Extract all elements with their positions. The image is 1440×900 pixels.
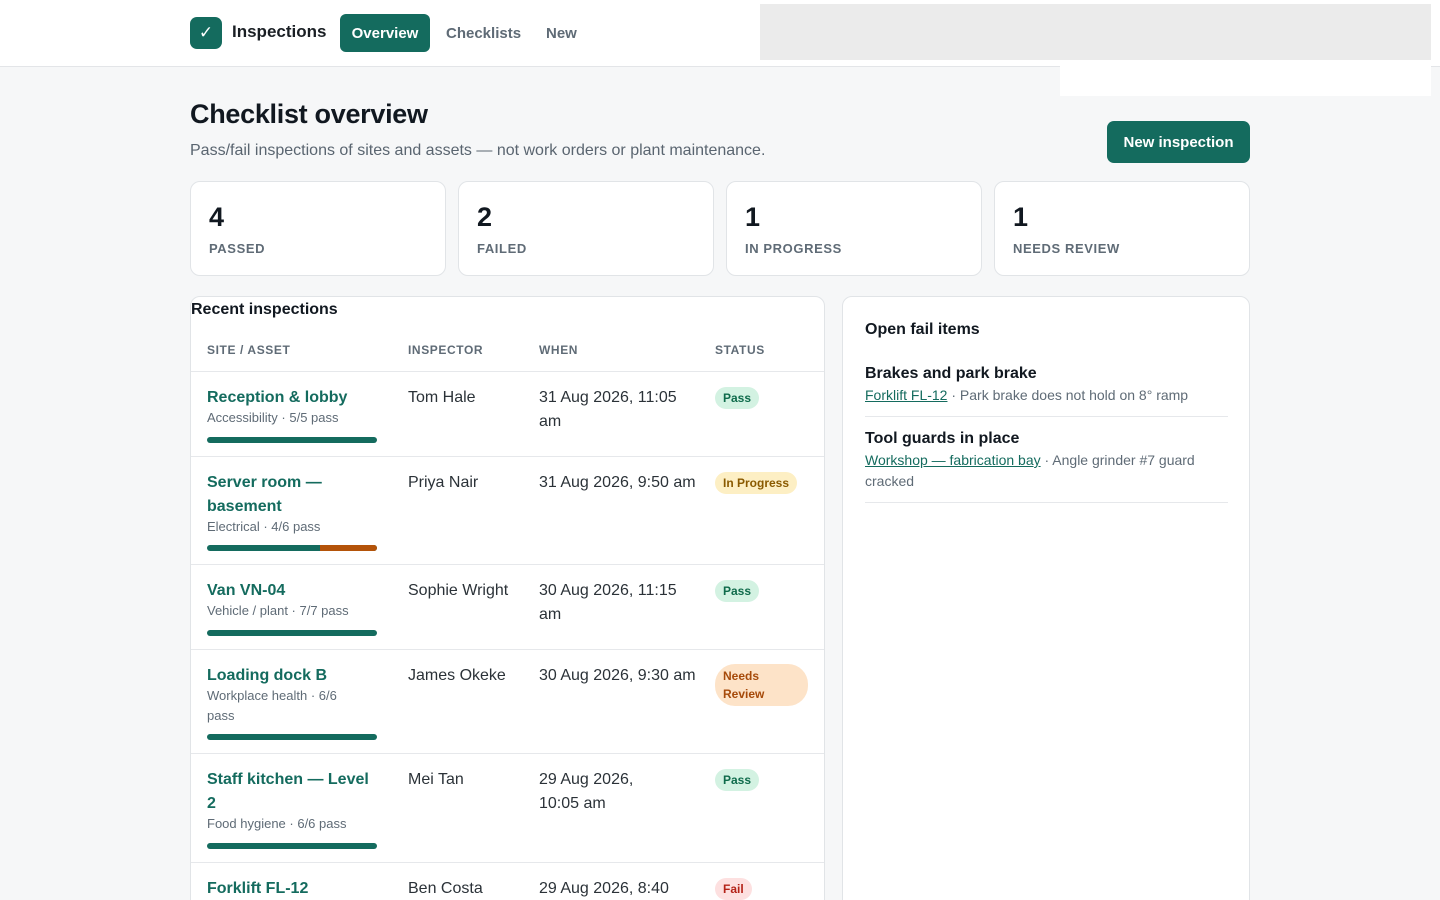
fail-item-name: Brakes and park brake	[865, 365, 1037, 382]
pass-progress-bar	[207, 630, 377, 636]
stat-value: 2	[477, 202, 493, 232]
stat-value: 1	[1013, 202, 1029, 232]
pass-progress-bar	[207, 437, 377, 443]
inspection-time: 31 Aug 2026, 11:05 am	[539, 389, 677, 430]
inspector-name: Ben Costa	[408, 880, 483, 897]
brand-name[interactable]: Inspections	[232, 22, 326, 42]
inspection-time: 29 Aug 2026, 8:40	[539, 880, 669, 897]
inspector-name: Priya Nair	[408, 474, 479, 491]
site-link[interactable]: Server room — basement	[207, 471, 379, 519]
page-subtitle: Pass/fail inspections of sites and asset…	[190, 142, 766, 159]
table-row[interactable]: Forklift FL-12 Ben Costa 29 Aug 2026, 8:…	[191, 863, 824, 900]
site-link[interactable]: Loading dock B	[207, 664, 379, 688]
site-meta: Electrical · 4/6 pass	[207, 519, 321, 534]
site-link[interactable]: Forklift FL-12	[207, 877, 379, 900]
top-nav: ✓ Inspections Overview Checklists New	[0, 0, 1440, 67]
page-title: Checklist overview	[190, 99, 428, 129]
status-badge: Needs Review	[715, 664, 808, 706]
table-row[interactable]: Staff kitchen — Level 2 Food hygiene · 6…	[191, 754, 824, 863]
site-link[interactable]: Reception & lobby	[207, 386, 379, 410]
fail-item: Tool guards in place Workshop — fabricat…	[865, 428, 1228, 503]
pass-progress-bar	[207, 545, 377, 551]
pass-progress-bar	[207, 843, 377, 849]
new-inspection-button[interactable]: New inspection	[1107, 121, 1250, 163]
column-header-inspector: INSPECTOR	[408, 343, 484, 357]
table-row[interactable]: Loading dock B Workplace health · 6/6 pa…	[191, 650, 824, 754]
site-link[interactable]: Van VN-04	[207, 579, 379, 603]
placeholder-bar	[760, 4, 1431, 60]
fail-item: Brakes and park brake Forklift FL-12 · P…	[865, 363, 1228, 417]
status-badge: Pass	[715, 387, 760, 409]
asset-link[interactable]: Forklift FL-12	[865, 387, 947, 403]
panel-title: Open fail items	[865, 321, 980, 338]
pass-progress-bar	[207, 734, 377, 740]
fail-segment	[320, 545, 377, 551]
fail-item-detail: Workshop — fabrication bay · Angle grind…	[865, 450, 1228, 502]
open-fail-items-panel: Open fail items Brakes and park brake Fo…	[842, 296, 1250, 900]
inspector-name: Sophie Wright	[408, 582, 509, 599]
table-row[interactable]: Reception & lobby Accessibility · 5/5 pa…	[191, 372, 824, 457]
stat-label: PASSED	[209, 241, 266, 256]
inspection-time: 29 Aug 2026, 10:05 am	[539, 771, 634, 812]
stat-value: 1	[745, 202, 761, 232]
fail-item-note: · Park brake does not hold on 8° ramp	[947, 387, 1189, 403]
check-icon[interactable]: ✓	[190, 17, 222, 49]
tab-new[interactable]: New	[534, 14, 589, 52]
inspector-name: James Okeke	[408, 667, 506, 684]
fail-item-name: Tool guards in place	[865, 430, 1020, 447]
stat-label: IN PROGRESS	[745, 241, 842, 256]
table-row[interactable]: Van VN-04 Vehicle / plant · 7/7 pass Sop…	[191, 565, 824, 650]
stat-label: NEEDS REVIEW	[1013, 241, 1120, 256]
site-meta: Food hygiene · 6/6 pass	[207, 816, 347, 831]
stat-value: 4	[209, 202, 225, 232]
inspector-name: Mei Tan	[408, 771, 464, 788]
stat-card-failed: 2 FAILED	[458, 181, 714, 276]
status-badge: Pass	[715, 580, 760, 602]
inspection-time: 30 Aug 2026, 9:30 am	[539, 667, 696, 684]
status-badge: Pass	[715, 769, 760, 791]
tab-overview[interactable]: Overview	[340, 14, 430, 52]
panel-title: Recent inspections	[191, 301, 338, 318]
status-badge: Fail	[715, 878, 752, 900]
site-meta: Workplace health · 6/6 pass	[207, 688, 337, 723]
table-row[interactable]: Server room — basement Electrical · 4/6 …	[191, 457, 824, 565]
placeholder-bar-lower	[1060, 60, 1431, 96]
recent-inspections-panel: Recent inspections SITE / ASSET INSPECTO…	[190, 296, 825, 900]
stat-card-in-progress: 1 IN PROGRESS	[726, 181, 982, 276]
column-header-site: SITE / ASSET	[207, 343, 291, 357]
stat-label: FAILED	[477, 241, 527, 256]
column-header-status: STATUS	[715, 343, 765, 357]
status-badge: In Progress	[715, 472, 798, 494]
stat-card-needs-review: 1 NEEDS REVIEW	[994, 181, 1250, 276]
column-header-when: WHEN	[539, 343, 579, 357]
asset-link[interactable]: Workshop — fabrication bay	[865, 452, 1041, 468]
stat-card-passed: 4 PASSED	[190, 181, 446, 276]
inspection-time: 30 Aug 2026, 11:15 am	[539, 582, 677, 623]
site-meta: Accessibility · 5/5 pass	[207, 410, 339, 425]
tab-checklists[interactable]: Checklists	[434, 14, 533, 52]
fail-item-detail: Forklift FL-12 · Park brake does not hol…	[865, 385, 1228, 416]
inspector-name: Tom Hale	[408, 389, 476, 406]
inspection-time: 31 Aug 2026, 9:50 am	[539, 474, 696, 491]
site-meta: Vehicle / plant · 7/7 pass	[207, 603, 349, 618]
site-link[interactable]: Staff kitchen — Level 2	[207, 768, 379, 816]
